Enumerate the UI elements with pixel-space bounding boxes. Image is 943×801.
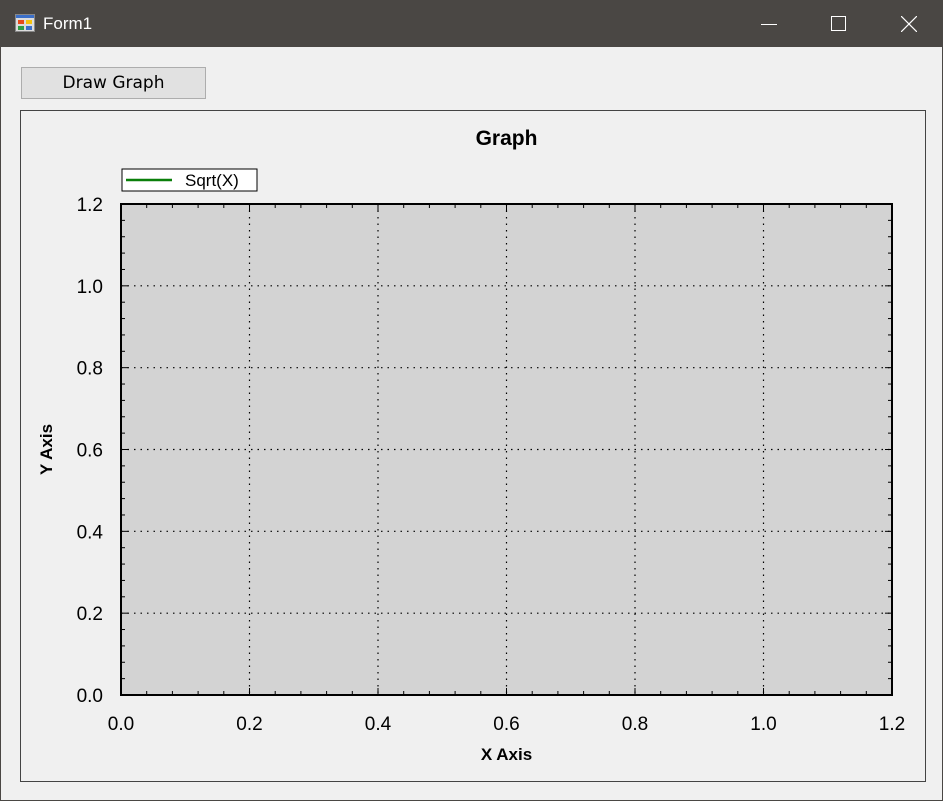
graph-panel: 0.0 0.2 0.4 0.6 0.8 1.0 1.2 0.0 0.2 0.4 0.6 0.8 1.0 1… bbox=[20, 110, 926, 782]
x-tick-label: 0.8 bbox=[622, 714, 648, 735]
y-tick-label: 1.0 bbox=[77, 277, 103, 298]
title-bar[interactable]: Form1 bbox=[1, 1, 942, 47]
x-tick-label: 0.0 bbox=[108, 714, 134, 735]
window: Form1 Draw Graph 0.0 0.2 0.4 0.6 0.8 1.0 1.2 0.… bbox=[0, 0, 943, 801]
y-tick-label: 0.0 bbox=[77, 686, 103, 707]
x-tick-label: 1.0 bbox=[750, 714, 776, 735]
app-icon[interactable] bbox=[15, 14, 35, 32]
window-title: Form1 bbox=[43, 14, 93, 33]
x-tick-label: 0.4 bbox=[365, 714, 392, 735]
maximize-icon bbox=[831, 16, 846, 31]
minimize-button[interactable] bbox=[734, 1, 804, 47]
y-tick-label: 1.2 bbox=[77, 195, 103, 216]
x-tick-label: 0.6 bbox=[493, 714, 519, 735]
y-tick-label: 0.4 bbox=[77, 522, 104, 543]
chart: 0.0 0.2 0.4 0.6 0.8 1.0 1.2 0.0 0.2 0.4 0.6 0.8 1.0 1… bbox=[37, 127, 905, 764]
maximize-button[interactable] bbox=[804, 1, 874, 47]
x-tick-label: 0.2 bbox=[236, 714, 262, 735]
y-tick-label: 0.8 bbox=[77, 359, 103, 380]
y-tick-label: 0.6 bbox=[77, 441, 103, 462]
x-axis-label: X Axis bbox=[481, 745, 532, 764]
close-icon bbox=[901, 16, 917, 32]
y-axis-label: Y Axis bbox=[37, 424, 56, 475]
chart-title: Graph bbox=[476, 127, 538, 150]
minimize-icon bbox=[761, 24, 777, 25]
close-button[interactable] bbox=[874, 1, 943, 47]
x-tick-label: 1.2 bbox=[879, 714, 905, 735]
legend-label: Sqrt(X) bbox=[185, 171, 239, 190]
draw-graph-button[interactable]: Draw Graph bbox=[21, 67, 206, 99]
y-tick-label: 0.2 bbox=[77, 604, 103, 625]
